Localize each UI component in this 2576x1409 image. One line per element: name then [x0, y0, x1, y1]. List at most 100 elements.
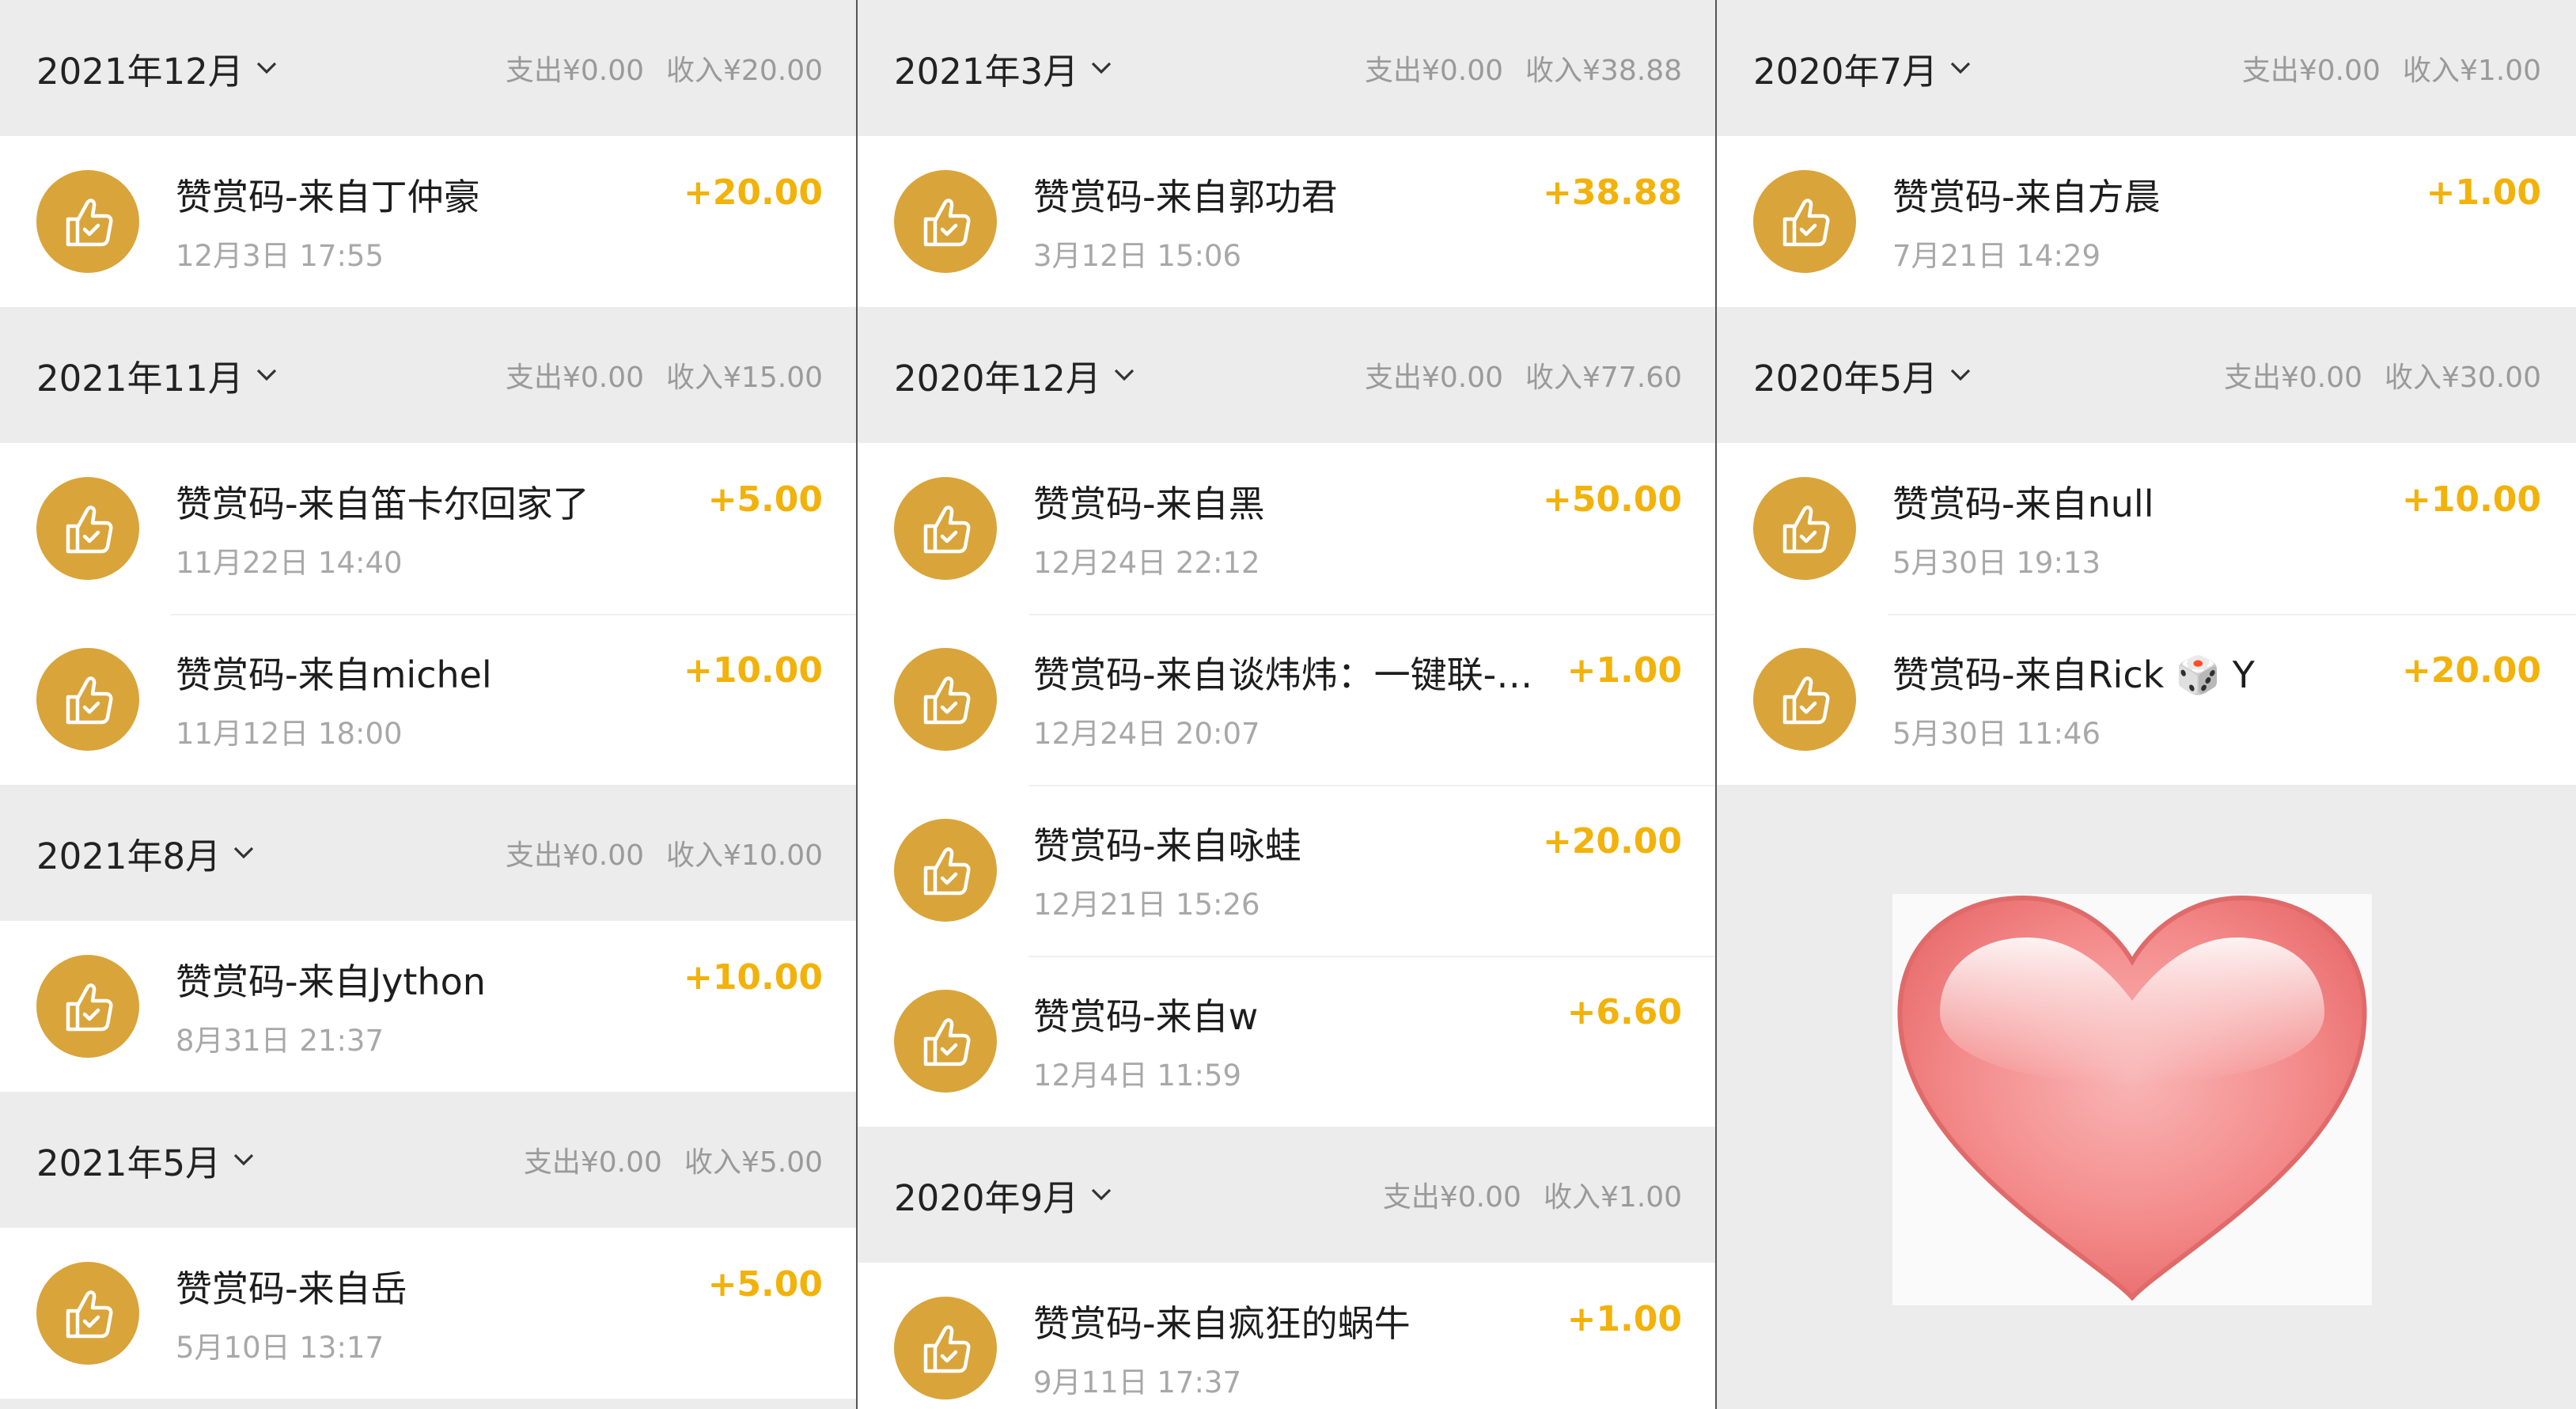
- month-header[interactable]: 2020年12月 支出¥0.00 收入¥77.60: [858, 307, 1717, 443]
- thumbs-up-icon: [923, 506, 971, 554]
- month-title[interactable]: 2020年5月: [1753, 350, 1938, 401]
- reward-code-avatar: [894, 819, 997, 922]
- month-title[interactable]: 2020年9月: [894, 1169, 1078, 1221]
- transaction-row[interactable]: 赞赏码-来自岳 5月10日 13:17 +5.00: [0, 1228, 858, 1399]
- expense-total: 支出¥0.00: [1364, 55, 1504, 87]
- month-title[interactable]: 2020年7月: [1753, 43, 1938, 94]
- transaction-row[interactable]: 赞赏码-来自Jython 8月31日 21:37 +10.00: [0, 921, 858, 1092]
- transaction-time: 5月30日 11:46: [1892, 717, 2101, 751]
- transaction-time: 12月24日 20:07: [1033, 717, 1260, 751]
- reward-code-avatar: [36, 648, 139, 751]
- income-total: 收入¥30.00: [2385, 362, 2541, 394]
- month-title[interactable]: 2021年8月: [36, 828, 221, 879]
- transaction-row[interactable]: 赞赏码-来自谈炜炜：一键联-… 12月24日 20:07 +1.00: [858, 614, 1717, 785]
- transaction-row[interactable]: 赞赏码-来自w 12月4日 11:59 +6.60: [858, 956, 1717, 1127]
- transaction-list: 赞赏码-来自丁仲豪 12月3日 17:55 +20.00: [0, 136, 858, 307]
- month-header[interactable]: 2020年5月 支出¥0.00 收入¥30.00: [1717, 307, 2576, 443]
- transaction-time: 7月21日 14:29: [1892, 239, 2101, 273]
- reward-code-avatar: [1753, 170, 1856, 273]
- thumbs-up-icon: [66, 506, 113, 554]
- transaction-title: 赞赏码-来自岳: [176, 1267, 407, 1310]
- transaction-title: 赞赏码-来自咏蛙: [1033, 824, 1301, 867]
- chevron-down-icon[interactable]: [1947, 366, 1974, 384]
- transaction-amount: +10.00: [683, 650, 823, 691]
- transaction-list: 赞赏码-来自null 5月30日 19:13 +10.00 赞赏码-来自Rick…: [1717, 443, 2576, 785]
- transaction-row[interactable]: 赞赏码-来自丁仲豪 12月3日 17:55 +20.00: [0, 136, 858, 307]
- month-summary: 支出¥0.00 收入¥77.60: [1365, 354, 1682, 396]
- expense-total: 支出¥0.00: [1364, 362, 1504, 394]
- transaction-row[interactable]: 赞赏码-来自咏蛙 12月21日 15:26 +20.00: [858, 785, 1717, 956]
- chevron-down-icon[interactable]: [230, 1150, 257, 1169]
- transaction-amount: +5.00: [707, 1264, 823, 1305]
- transaction-title: 赞赏码-来自michel: [176, 653, 492, 696]
- transaction-row[interactable]: 赞赏码-来自michel 11月12日 18:00 +10.00: [0, 614, 858, 785]
- bill-column-3: 2020年7月 支出¥0.00 收入¥1.00 赞赏码-来自方晨 7月21日 1…: [1717, 0, 2576, 1409]
- income-total: 收入¥38.88: [1525, 55, 1682, 87]
- transaction-title: 赞赏码-来自null: [1892, 483, 2154, 525]
- transaction-amount: +6.60: [1566, 992, 1682, 1032]
- month-header[interactable]: 2021年11月 支出¥0.00 收入¥15.00: [0, 307, 858, 443]
- expense-total: 支出¥0.00: [505, 55, 645, 87]
- chevron-down-icon[interactable]: [253, 366, 280, 384]
- transaction-time: 3月12日 15:06: [1033, 239, 1242, 273]
- transaction-amount: +10.00: [683, 957, 823, 998]
- thumbs-up-icon: [1782, 506, 1830, 554]
- month-header[interactable]: 2020年9月 支出¥0.00 收入¥1.00: [858, 1127, 1717, 1263]
- transaction-row[interactable]: 赞赏码-来自Rick 🎲 Y 5月30日 11:46 +20.00: [1717, 614, 2576, 785]
- transaction-title: 赞赏码-来自笛卡尔回家了: [176, 483, 589, 525]
- transaction-title: 赞赏码-来自Rick 🎲 Y: [1892, 653, 2255, 696]
- month-title[interactable]: 2021年5月: [36, 1134, 221, 1186]
- chevron-down-icon[interactable]: [1111, 366, 1138, 384]
- transaction-time: 12月24日 22:12: [1033, 546, 1260, 580]
- month-summary: 支出¥0.00 收入¥1.00: [1383, 1174, 1682, 1215]
- reward-code-avatar: [894, 170, 997, 273]
- transaction-amount: +5.00: [707, 479, 823, 520]
- transaction-row[interactable]: 赞赏码-来自疯狂的蜗牛 9月11日 17:37 +1.00: [858, 1263, 1717, 1409]
- transaction-time: 12月3日 17:55: [176, 239, 385, 273]
- reward-code-avatar: [36, 170, 139, 273]
- month-header[interactable]: 2021年5月 支出¥0.00 收入¥5.00: [0, 1092, 858, 1228]
- thumbs-up-icon: [923, 1325, 971, 1373]
- month-title[interactable]: 2021年12月: [36, 43, 244, 94]
- month-title[interactable]: 2020年12月: [894, 350, 1101, 401]
- transaction-title: 赞赏码-来自丁仲豪: [176, 176, 480, 218]
- chevron-down-icon[interactable]: [253, 59, 280, 78]
- chevron-down-icon[interactable]: [1088, 59, 1115, 78]
- reward-code-avatar: [1753, 648, 1856, 751]
- chevron-down-icon[interactable]: [1088, 1185, 1115, 1204]
- thumbs-up-icon: [66, 199, 113, 247]
- transaction-list: 赞赏码-来自笛卡尔回家了 11月22日 14:40 +5.00 赞赏码-来自mi…: [0, 443, 858, 785]
- month-title[interactable]: 2021年3月: [894, 43, 1078, 94]
- transaction-row[interactable]: 赞赏码-来自方晨 7月21日 14:29 +1.00: [1717, 136, 2576, 307]
- transaction-amount: +1.00: [1566, 1299, 1682, 1339]
- reward-code-avatar: [894, 648, 997, 751]
- thumbs-up-icon: [66, 983, 113, 1032]
- chevron-down-icon[interactable]: [230, 843, 257, 862]
- reward-code-avatar: [36, 955, 139, 1058]
- month-header[interactable]: 2021年3月 支出¥0.00 收入¥38.88: [858, 0, 1717, 136]
- month-header[interactable]: 2021年8月 支出¥0.00 收入¥10.00: [0, 785, 858, 921]
- month-group: 2021年5月 支出¥0.00 收入¥5.00 赞赏码-来自岳 5月10日 13…: [0, 1092, 858, 1399]
- transaction-title: 赞赏码-来自Jython: [176, 960, 486, 1003]
- month-header[interactable]: 2020年7月 支出¥0.00 收入¥1.00: [1717, 0, 2576, 136]
- transaction-title: 赞赏码-来自黑: [1033, 483, 1265, 525]
- transaction-row[interactable]: 赞赏码-来自黑 12月24日 22:12 +50.00: [858, 443, 1717, 614]
- month-title[interactable]: 2021年11月: [36, 350, 244, 401]
- transaction-row[interactable]: 赞赏码-来自郭功君 3月12日 15:06 +38.88: [858, 136, 1717, 307]
- transaction-row[interactable]: 赞赏码-来自null 5月30日 19:13 +10.00: [1717, 443, 2576, 614]
- income-total: 收入¥1.00: [2402, 55, 2541, 87]
- transaction-amount: +1.00: [2426, 172, 2541, 213]
- month-header[interactable]: 2021年12月 支出¥0.00 收入¥20.00: [0, 0, 858, 136]
- month-summary: 支出¥0.00 收入¥30.00: [2224, 354, 2541, 396]
- thumbs-up-icon: [923, 1018, 971, 1066]
- transaction-row[interactable]: 赞赏码-来自笛卡尔回家了 11月22日 14:40 +5.00: [0, 443, 858, 614]
- chevron-down-icon[interactable]: [1947, 59, 1974, 78]
- month-group: 2021年8月 支出¥0.00 收入¥10.00 赞赏码-来自Jython 8月…: [0, 785, 858, 1092]
- income-total: 收入¥1.00: [1543, 1181, 1682, 1214]
- month-summary: 支出¥0.00 收入¥38.88: [1365, 47, 1682, 89]
- month-group: 2020年7月 支出¥0.00 收入¥1.00 赞赏码-来自方晨 7月21日 1…: [1717, 0, 2576, 307]
- transaction-amount: +10.00: [2401, 479, 2541, 520]
- income-total: 收入¥5.00: [684, 1146, 823, 1179]
- expense-total: 支出¥0.00: [1382, 1181, 1521, 1214]
- transaction-list: 赞赏码-来自郭功君 3月12日 15:06 +38.88: [858, 136, 1717, 307]
